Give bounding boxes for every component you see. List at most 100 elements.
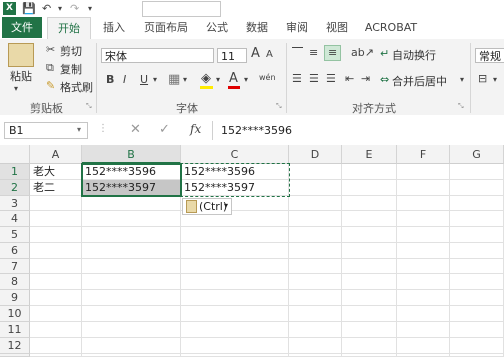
grid-cell[interactable] xyxy=(342,196,397,211)
merge-center-button[interactable]: 合并后居中 xyxy=(392,73,447,89)
grid-cell[interactable] xyxy=(181,290,289,306)
grid-cell[interactable] xyxy=(397,227,450,243)
name-box-dropdown-icon[interactable]: ▾ xyxy=(77,125,81,134)
grid-cell[interactable] xyxy=(342,274,397,290)
tab-file[interactable]: 文件 xyxy=(2,17,42,38)
grid-cell[interactable] xyxy=(30,196,82,211)
cell-b1[interactable]: 152****3596 xyxy=(82,164,181,180)
grid-cell[interactable] xyxy=(342,338,397,354)
fill-color-icon[interactable]: ◈ xyxy=(201,71,211,86)
grid-cell[interactable] xyxy=(397,322,450,338)
tab-page-layout[interactable]: 页面布局 xyxy=(138,17,194,38)
merge-dropdown-icon[interactable]: ▾ xyxy=(460,75,464,84)
grid-cell[interactable] xyxy=(30,290,82,306)
align-middle-icon[interactable]: ≡ xyxy=(309,46,318,59)
grid-cell[interactable] xyxy=(450,243,504,259)
cancel-icon[interactable]: ✕ xyxy=(130,122,141,137)
grid-cell[interactable] xyxy=(342,164,397,180)
insert-function-icon[interactable]: fx xyxy=(190,122,201,136)
grid-cell[interactable] xyxy=(30,322,82,338)
grid-cell[interactable] xyxy=(397,211,450,227)
grid-cell[interactable] xyxy=(342,243,397,259)
clipboard-launcher-icon[interactable]: ⤡ xyxy=(86,102,92,111)
grid-cell[interactable] xyxy=(289,322,342,338)
grid-cell[interactable] xyxy=(450,306,504,322)
grid-cell[interactable] xyxy=(289,306,342,322)
grid-cell[interactable] xyxy=(82,274,181,290)
merge-center-icon[interactable]: ⇔ xyxy=(380,73,389,86)
grid-cell[interactable] xyxy=(181,227,289,243)
tab-review[interactable]: 审阅 xyxy=(280,17,314,38)
grid-cell[interactable] xyxy=(342,259,397,274)
paste-icon[interactable] xyxy=(8,43,34,67)
grid-cell[interactable] xyxy=(397,338,450,354)
align-top-icon[interactable]: ⎺ xyxy=(292,46,303,60)
grid-cell[interactable] xyxy=(289,243,342,259)
italic-button[interactable]: I xyxy=(123,73,126,86)
grid-cell[interactable] xyxy=(397,243,450,259)
paste-dropdown-icon[interactable]: ▾ xyxy=(14,84,18,93)
align-center-icon[interactable]: ☰ xyxy=(309,72,319,85)
wrap-text-button[interactable]: 自动换行 xyxy=(392,47,436,63)
grid-cell[interactable] xyxy=(289,274,342,290)
accounting-format-icon[interactable]: ⊟ xyxy=(478,72,487,85)
font-color-icon[interactable]: A xyxy=(229,71,238,86)
font-launcher-icon[interactable]: ⤡ xyxy=(276,102,282,111)
underline-dropdown-icon[interactable]: ▾ xyxy=(153,75,157,84)
grid-cell[interactable] xyxy=(82,338,181,354)
grid-cell[interactable] xyxy=(181,338,289,354)
align-right-icon[interactable]: ☰ xyxy=(326,72,336,85)
grid-cell[interactable] xyxy=(82,306,181,322)
cell-b2[interactable]: 152****3597 xyxy=(82,180,181,196)
copy-button[interactable]: 复制 xyxy=(60,61,82,77)
grid-cell[interactable] xyxy=(450,211,504,227)
undo-icon[interactable]: ↶ xyxy=(42,2,51,15)
font-name-dropdown[interactable]: 宋体 xyxy=(101,48,214,63)
grid-cell[interactable] xyxy=(342,306,397,322)
grid-cell[interactable] xyxy=(342,211,397,227)
grid-cell[interactable] xyxy=(450,322,504,338)
alignment-launcher-icon[interactable]: ⤡ xyxy=(458,102,464,111)
cut-icon[interactable]: ✂ xyxy=(46,43,55,56)
grid-cell[interactable] xyxy=(342,290,397,306)
grid-cell[interactable] xyxy=(289,227,342,243)
decrease-indent-icon[interactable]: ⇤ xyxy=(345,72,354,85)
grid-cell[interactable] xyxy=(82,290,181,306)
wrap-text-icon[interactable]: ↵ xyxy=(380,47,389,60)
grid-cell[interactable] xyxy=(30,211,82,227)
grid-cell[interactable] xyxy=(82,227,181,243)
font-size-dropdown[interactable]: 11 xyxy=(217,48,247,63)
grid-cell[interactable] xyxy=(30,259,82,274)
grid-cell[interactable] xyxy=(289,211,342,227)
shrink-font-icon[interactable]: A xyxy=(266,49,273,60)
font-color-dropdown-icon[interactable]: ▾ xyxy=(244,75,248,84)
phonetic-guide-icon[interactable]: wén xyxy=(259,73,276,82)
tab-acrobat[interactable]: ACROBAT xyxy=(360,17,422,38)
grid-cell[interactable] xyxy=(30,227,82,243)
paste-options-button[interactable]: (Ctrl) ▾ xyxy=(182,198,232,215)
grid-cell[interactable] xyxy=(450,338,504,354)
grid-cell[interactable] xyxy=(397,290,450,306)
grid-cell[interactable] xyxy=(450,259,504,274)
grid-cell[interactable] xyxy=(289,259,342,274)
grid-cell[interactable] xyxy=(397,180,450,196)
grid-cell[interactable] xyxy=(30,338,82,354)
grid-cell[interactable] xyxy=(397,274,450,290)
cell-a2[interactable]: 老二 xyxy=(30,180,82,196)
grid-cell[interactable] xyxy=(289,196,342,211)
borders-dropdown-icon[interactable]: ▾ xyxy=(183,75,187,84)
bold-button[interactable]: B xyxy=(106,73,114,86)
grid-cell[interactable] xyxy=(181,243,289,259)
grid-cell[interactable] xyxy=(181,259,289,274)
grid-cell[interactable] xyxy=(289,180,342,196)
orientation-icon[interactable]: ab↗ xyxy=(351,46,374,59)
undo-dropdown-icon[interactable]: ▾ xyxy=(58,4,62,13)
borders-icon[interactable]: ▦ xyxy=(168,72,180,87)
redo-icon[interactable]: ↷ xyxy=(70,2,79,15)
grid-cell[interactable] xyxy=(450,164,504,180)
tab-insert[interactable]: 插入 xyxy=(96,17,132,38)
grid-cell[interactable] xyxy=(82,196,181,211)
grid-cell[interactable] xyxy=(181,274,289,290)
grid-cell[interactable] xyxy=(82,322,181,338)
cell-c1[interactable]: 152****3596 xyxy=(181,164,289,180)
